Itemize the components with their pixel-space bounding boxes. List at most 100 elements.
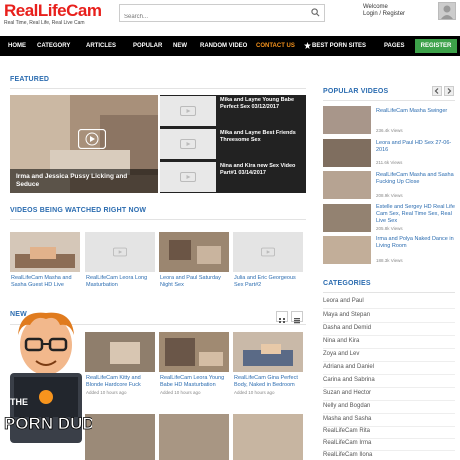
video-placeholder-icon xyxy=(180,106,196,116)
porn-dude-badge[interactable]: THE PORN DUDE xyxy=(0,305,92,460)
divider xyxy=(323,387,455,388)
video-added-time: Added 10 hours ago xyxy=(86,390,127,395)
popular-title: POPULAR VIDEOS xyxy=(323,88,389,95)
video-thumbnail[interactable] xyxy=(159,332,229,372)
featured-side-title[interactable]: Mika and Layne Best Friends Threesome Se… xyxy=(220,130,304,144)
popular-views: 208.9k Views xyxy=(376,193,403,198)
video-thumbnail[interactable] xyxy=(233,414,303,460)
category-link[interactable]: Nina and Kira xyxy=(323,338,359,344)
popular-views: 211.6k Views xyxy=(376,160,403,165)
popular-thumbnail[interactable] xyxy=(323,204,371,232)
badge-text-top: THE xyxy=(10,397,28,407)
divider xyxy=(323,413,455,414)
featured-main-video[interactable]: Irma and Jessica Pussy Licking and Seduc… xyxy=(10,95,158,193)
popular-prev-button[interactable] xyxy=(432,86,442,96)
video-title[interactable]: RealLifeCam Kitty and Blonde Hardcore Fu… xyxy=(86,375,154,389)
category-link[interactable]: Suzan and Hector xyxy=(323,390,371,396)
logo-tagline: Real Time, Real Life, Real Live Cam xyxy=(4,20,85,26)
new-thumbnail-image xyxy=(85,332,155,372)
nav-popular[interactable]: POPULAR xyxy=(133,36,162,56)
popular-video-title[interactable]: RealLifeCam Masha Swinger xyxy=(376,108,456,115)
popular-video-title[interactable]: Leora and Paul HD Sex 27-06-2016 xyxy=(376,140,456,154)
video-title[interactable]: Julia and Eric Georgeous Sex Part#2 xyxy=(234,275,304,289)
category-link[interactable]: Adriana and Daniel xyxy=(323,364,374,370)
featured-title: FEATURED xyxy=(10,76,50,83)
video-thumbnail[interactable] xyxy=(233,332,303,372)
category-link[interactable]: Leora and Paul xyxy=(323,298,364,304)
nav-best-porn-sites[interactable]: BEST PORN SITES xyxy=(312,36,366,56)
play-icon[interactable] xyxy=(78,129,106,149)
site-header: RealLifeCam Real Time, Real Life, Real L… xyxy=(0,0,460,36)
popular-next-button[interactable] xyxy=(444,86,454,96)
video-title[interactable]: RealLifeCam Leora Young Babe HD Masturba… xyxy=(160,375,228,389)
popular-video-title[interactable]: Irma and Polya Naked Dance in Living Roo… xyxy=(376,236,456,250)
chevron-right-icon xyxy=(447,88,452,94)
category-link[interactable]: Zoya and Lev xyxy=(323,351,359,357)
login-register-link[interactable]: Login / Register xyxy=(363,11,405,17)
category-link[interactable]: Masha and Sasha xyxy=(323,416,371,422)
divider xyxy=(323,400,455,401)
video-title[interactable]: RealLifeCam Masha and Sasha Guest HD Liv… xyxy=(11,275,79,289)
categories-title: CATEGORIES xyxy=(323,280,371,287)
video-thumbnail[interactable] xyxy=(159,232,229,272)
chevron-left-icon xyxy=(434,88,439,94)
logo-text: RealLifeCam xyxy=(4,1,102,20)
category-link[interactable]: RealLifeCam Ilona xyxy=(323,452,372,458)
video-thumbnail[interactable] xyxy=(233,232,303,272)
video-thumbnail[interactable] xyxy=(10,232,80,272)
video-thumbnail[interactable] xyxy=(159,414,229,460)
category-link[interactable]: RealLifeCam Irma xyxy=(323,440,371,446)
video-title[interactable]: Leora and Paul Saturday Night Sex xyxy=(160,275,228,289)
popular-video-title[interactable]: RealLifeCam Masha and Sasha Fucking Up C… xyxy=(376,172,456,186)
category-link[interactable]: Dasha and Demid xyxy=(323,325,371,331)
video-title[interactable]: RealLifeCam Gina Perfect Body, Naked in … xyxy=(234,375,304,389)
divider xyxy=(323,426,455,427)
nav-home[interactable]: HOME xyxy=(8,36,26,56)
search-icon[interactable] xyxy=(311,8,320,17)
featured-side-item[interactable]: Nina and Kira new Sex Video Part#1 03/14… xyxy=(160,161,306,193)
category-link[interactable]: Carina and Sabrina xyxy=(323,377,375,383)
video-thumbnail xyxy=(160,129,216,159)
list-view-toggle[interactable] xyxy=(291,311,303,324)
nav-articles[interactable]: ARTICLES xyxy=(86,36,116,56)
search-box xyxy=(119,4,325,25)
nav-contact-us[interactable]: CONTACT US xyxy=(256,36,295,56)
popular-video-title[interactable]: Estelle and Sergey HD Real Life Cam Sex,… xyxy=(376,204,456,225)
popular-thumbnail[interactable] xyxy=(323,106,371,134)
category-link[interactable]: Nelly and Bogdan xyxy=(323,403,370,409)
nav-random-video[interactable]: RANDOM VIDEO xyxy=(200,36,247,56)
watching-thumbnail-image xyxy=(159,232,229,272)
video-placeholder-icon xyxy=(180,172,196,182)
divider xyxy=(10,88,306,89)
featured-side-item[interactable]: Mika and Layne Best Friends Threesome Se… xyxy=(160,128,306,160)
popular-thumbnail[interactable] xyxy=(323,236,371,264)
grid-view-toggle[interactable] xyxy=(276,311,288,323)
register-button[interactable]: REGISTER xyxy=(415,39,457,53)
nav-category[interactable]: CATEGORY xyxy=(37,36,70,56)
video-thumbnail xyxy=(160,96,216,126)
watching-thumbnail-image xyxy=(10,232,80,272)
search-input[interactable] xyxy=(120,9,300,25)
divider xyxy=(323,292,455,293)
featured-side-title[interactable]: Nina and Kira new Sex Video Part#1 03/14… xyxy=(220,163,304,177)
video-title[interactable]: RealLifeCam Leora Long Masturbation xyxy=(86,275,154,289)
badge-text-main: PORN DUDE xyxy=(4,414,92,433)
video-thumbnail[interactable] xyxy=(85,232,155,272)
nav-new[interactable]: NEW xyxy=(173,36,187,56)
nav-pages[interactable]: PAGES xyxy=(384,36,405,56)
popular-thumbnail[interactable] xyxy=(323,171,371,199)
video-placeholder-icon xyxy=(180,139,196,149)
category-link[interactable]: RealLifeCam Rita xyxy=(323,428,370,434)
featured-side-item[interactable]: Mika and Layne Young Babe Perfect Sex 03… xyxy=(160,95,306,127)
avatar[interactable] xyxy=(438,2,456,20)
site-logo[interactable]: RealLifeCam Real Time, Real Life, Real L… xyxy=(4,1,104,27)
divider xyxy=(323,374,455,375)
category-link[interactable]: Maya and Stepan xyxy=(323,312,370,318)
divider xyxy=(10,219,306,220)
featured-side-title[interactable]: Mika and Layne Young Babe Perfect Sex 03… xyxy=(220,97,304,111)
popular-thumbnail[interactable] xyxy=(323,139,371,167)
user-icon xyxy=(441,5,453,19)
video-thumbnail[interactable] xyxy=(85,414,155,460)
video-thumbnail[interactable] xyxy=(85,332,155,372)
featured-main-caption[interactable]: Irma and Jessica Pussy Licking and Seduc… xyxy=(10,169,158,193)
